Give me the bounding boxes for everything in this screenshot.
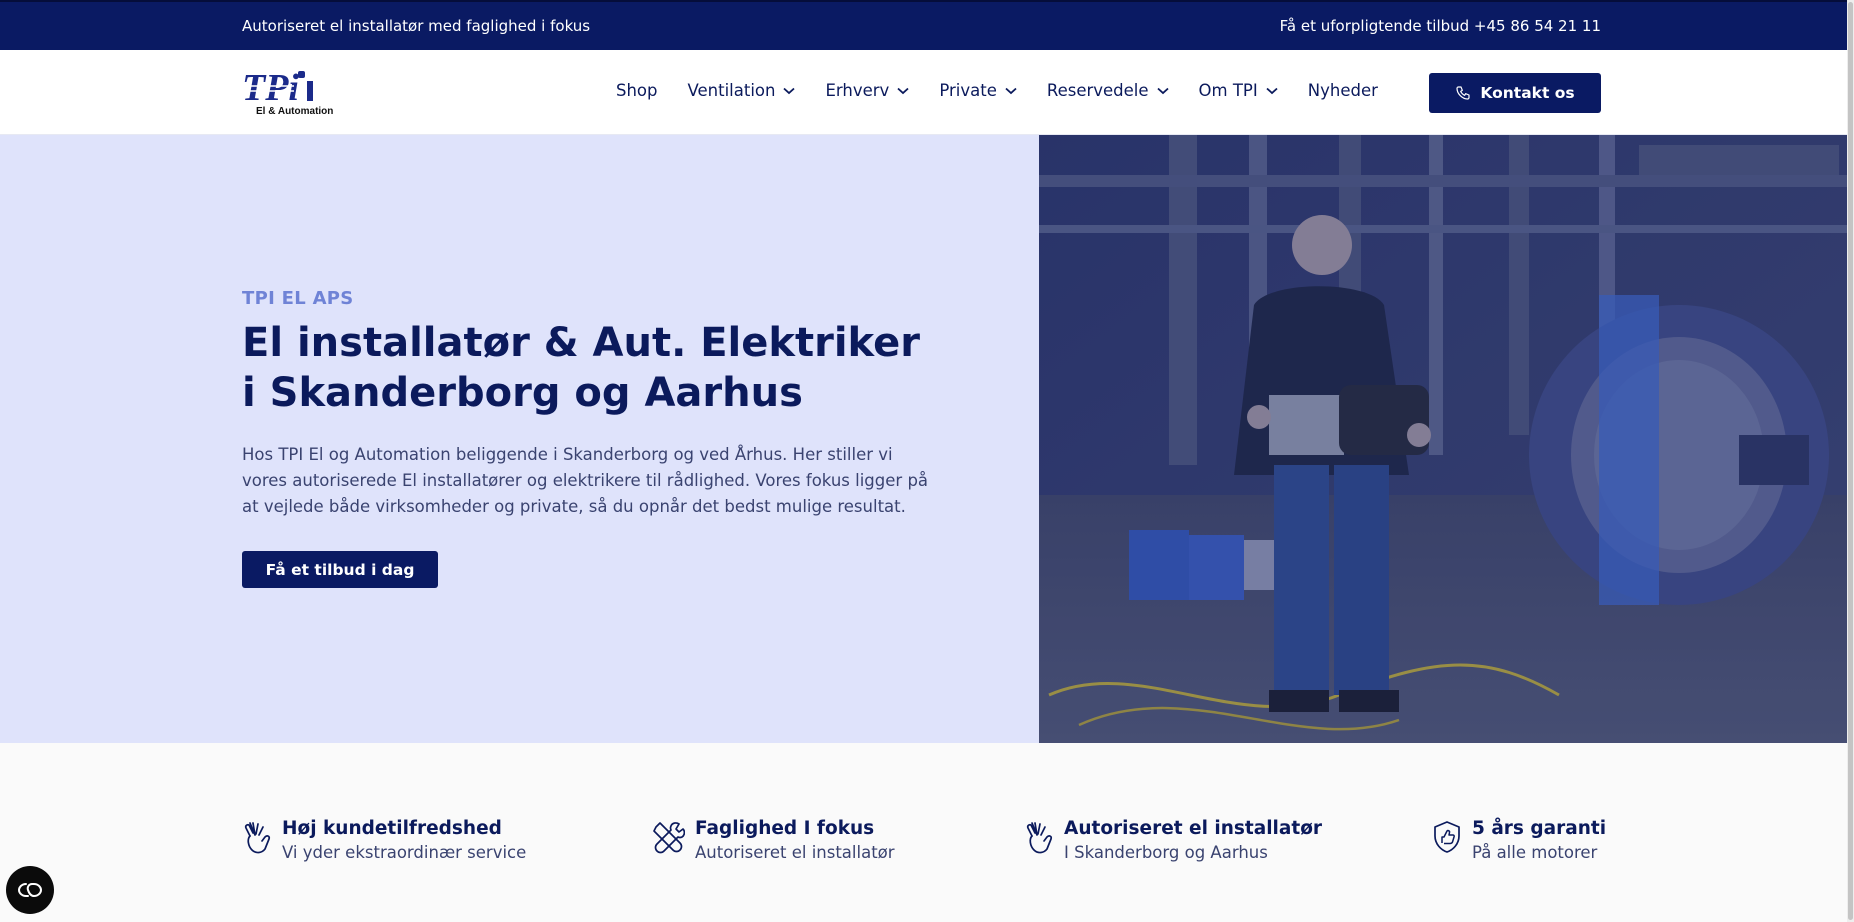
nav-label: Ventilation: [687, 81, 776, 100]
feature-warranty: 5 års garanti På alle motorer: [1432, 817, 1606, 865]
tpi-logo[interactable]: TPi El & Automation: [242, 67, 342, 119]
nav-item-reservedele[interactable]: Reservedele: [1047, 81, 1169, 100]
nav-label: Reservedele: [1046, 81, 1149, 100]
feature-title: 5 års garanti: [1472, 818, 1607, 839]
feature-subtitle: Vi yder ekstraordinær service: [282, 843, 527, 862]
nav-item-erhverv[interactable]: Erhverv: [825, 81, 909, 100]
page-scrollbar[interactable]: [1847, 0, 1854, 922]
feature-expertise: Faglighed I fokus Autoriseret el install…: [651, 817, 895, 865]
feature-authorized: Autoriseret el installatør I Skanderborg…: [1024, 817, 1322, 865]
hero-image-electrician: [1039, 135, 1847, 743]
hero-title: El installatør & Aut. Elektriker i Skand…: [242, 320, 920, 416]
nav-item-shop[interactable]: Shop: [616, 81, 658, 100]
cookie-icon: [17, 883, 43, 898]
nav-label: Nyheder: [1307, 81, 1378, 100]
feature-subtitle: Autoriseret el installatør: [695, 843, 895, 862]
feature-subtitle: På alle motorer: [1472, 843, 1598, 862]
hero-eyebrow: TPI EL APS: [242, 288, 354, 309]
nav-item-nyheder[interactable]: Nyheder: [1308, 81, 1378, 100]
hero-lead: Hos TPI El og Automation beliggende i Sk…: [242, 445, 929, 516]
chevron-down-icon: [1005, 87, 1017, 94]
shield-icon: [1434, 821, 1460, 853]
feature-title: Faglighed I fokus: [695, 818, 875, 839]
logo-subtitle: El & Automation: [256, 106, 333, 117]
feature-title: Autoriseret el installatør: [1064, 818, 1323, 839]
main-nav: Shop Ventilation Erhverv Private Reserve…: [616, 81, 1408, 100]
feature-title: Høj kundetilfredshed: [282, 818, 502, 839]
contact-button[interactable]: Kontakt os: [1429, 73, 1601, 113]
contact-button-label: Kontakt os: [1480, 84, 1575, 102]
chevron-down-icon: [897, 87, 909, 94]
tools-icon: [653, 822, 685, 854]
hero-text-panel: [0, 135, 1039, 743]
chevron-down-icon: [1266, 87, 1278, 94]
scrollbar-thumb[interactable]: [1848, 2, 1853, 920]
hero-photo: [1039, 135, 1847, 743]
hand-icon: [244, 822, 271, 854]
logo-mark: TPi: [242, 67, 299, 109]
nav-label: Erhverv: [825, 81, 890, 100]
nav-label: Private: [939, 81, 997, 100]
nav-label: Om TPI: [1198, 81, 1258, 100]
cookie-settings-button[interactable]: [6, 866, 54, 914]
feature-subtitle: I Skanderborg og Aarhus: [1064, 843, 1268, 862]
nav-item-ventilation[interactable]: Ventilation: [688, 81, 796, 100]
nav-label: Shop: [616, 81, 658, 100]
feature-customer-satisfaction: Høj kundetilfredshed Vi yder ekstraordin…: [242, 817, 526, 865]
chevron-down-icon: [783, 87, 796, 94]
page: Autoriseret el installatør med faglighed…: [0, 0, 1854, 922]
site-header: TPi El & Automation Shop Ventilation Erh…: [0, 50, 1847, 135]
topbar-tagline: Autoriseret el installatør med faglighed…: [242, 17, 591, 35]
top-info-bar: Autoriseret el installatør med faglighed…: [0, 0, 1847, 50]
chevron-down-icon: [1156, 87, 1169, 94]
features-strip: Høj kundetilfredshed Vi yder ekstraordin…: [0, 743, 1847, 922]
get-quote-button[interactable]: Få et tilbud i dag: [242, 551, 438, 588]
nav-item-om-tpi[interactable]: Om TPI: [1199, 81, 1278, 100]
topbar-phone-offer[interactable]: Få et uforpligtende tilbud +45 86 54 21 …: [1280, 17, 1601, 35]
hand-icon: [1026, 822, 1053, 854]
phone-icon: [1456, 86, 1470, 100]
nav-item-private[interactable]: Private: [939, 81, 1017, 100]
